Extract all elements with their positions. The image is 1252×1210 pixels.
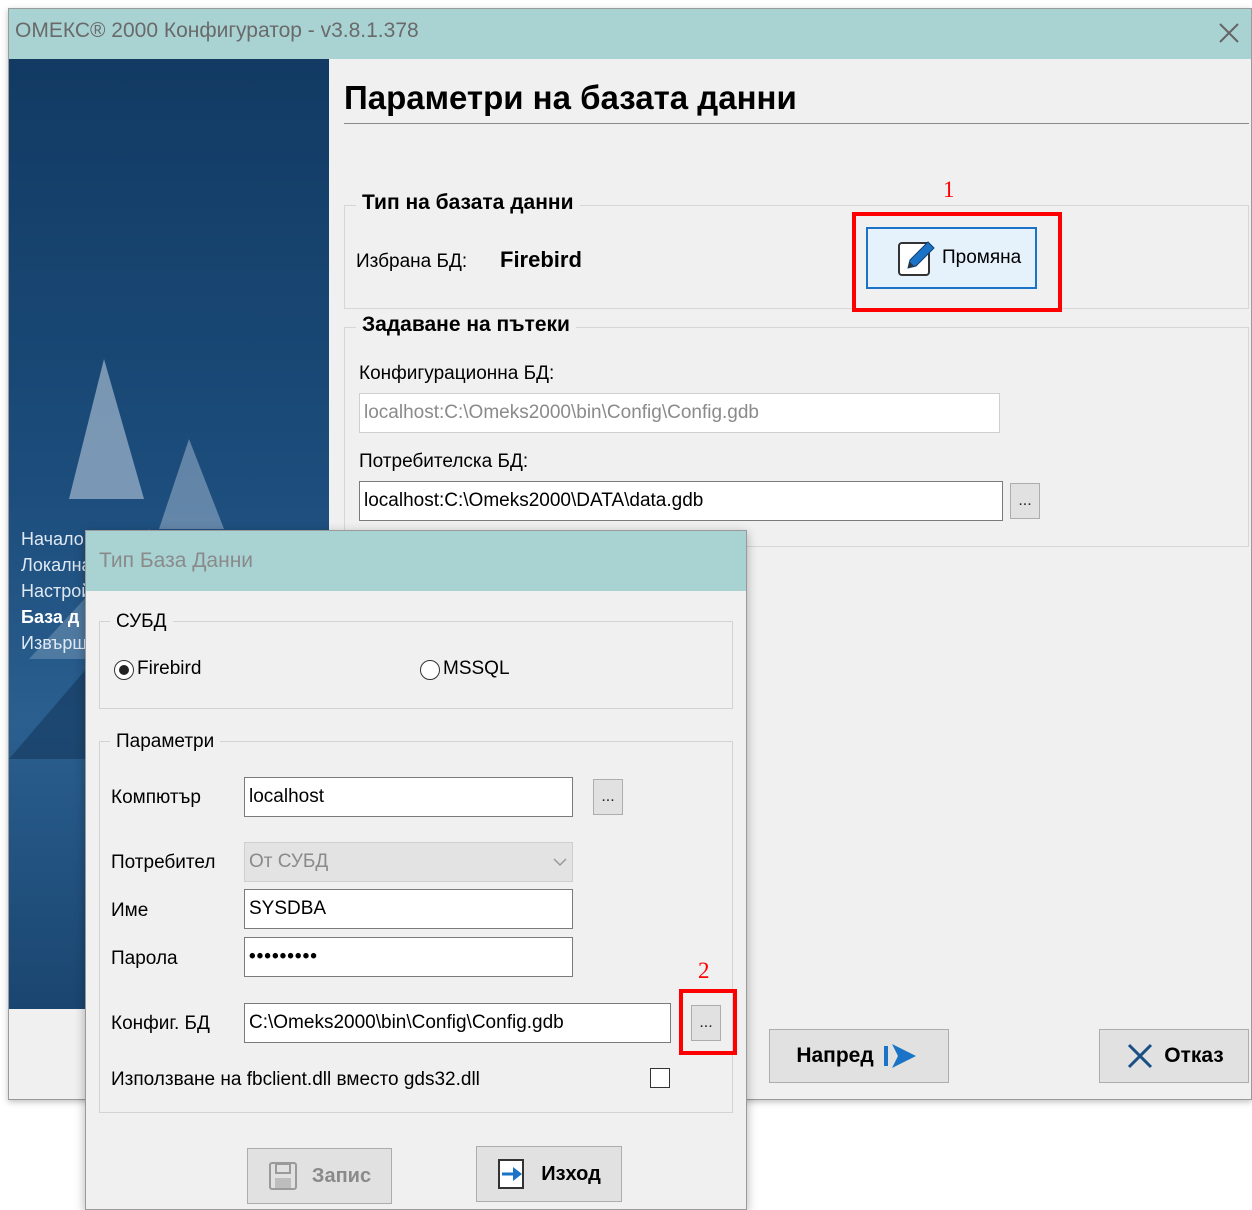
change-db-button[interactable]: Промяна [866, 227, 1037, 289]
save-button[interactable]: Запис [247, 1148, 392, 1204]
user-db-field[interactable]: localhost:C:\Omeks2000\DATA\data.gdb [359, 481, 1003, 521]
sidebar-item-settings[interactable]: Настрой [21, 581, 91, 602]
change-db-button-label: Промяна [942, 247, 1022, 268]
db-type-group-label: Тип на базата данни [356, 191, 580, 215]
computer-label: Компютър [111, 787, 201, 808]
computer-browse-button[interactable]: ... [593, 779, 623, 815]
computer-field[interactable]: localhost [244, 777, 573, 817]
cancel-x-icon [1128, 1043, 1153, 1069]
dialog-title: Тип База Данни [99, 549, 254, 572]
exit-button[interactable]: Изход [476, 1146, 622, 1202]
close-icon[interactable] [1211, 15, 1247, 51]
firebird-radio[interactable] [114, 660, 134, 680]
exit-arrow-icon [498, 1159, 525, 1189]
config-db-dialog-field[interactable]: C:\Omeks2000\bin\Config\Config.gdb [244, 1003, 671, 1043]
dbms-group-label: СУБД [110, 611, 173, 633]
password-field[interactable]: ••••••••• [244, 937, 573, 977]
next-button-label: Напред [796, 1044, 874, 1067]
save-disk-icon [268, 1162, 297, 1190]
name-label: Име [111, 900, 149, 921]
user-db-label: Потребителска БД: [359, 451, 529, 472]
config-db-field[interactable]: localhost:C:\Omeks2000\bin\Config\Config… [359, 393, 1000, 433]
edit-pencil-icon [898, 241, 935, 276]
annotation-marker-2: 2 [698, 958, 710, 983]
dialog-title-bar[interactable]: Тип База Данни [86, 531, 746, 591]
selected-db-value: Firebird [500, 247, 582, 272]
config-db-dialog-label: Конфиг. БД [111, 1013, 210, 1034]
user-dropdown-value: От СУБД [249, 851, 329, 872]
sidebar-item-local[interactable]: Локална [21, 555, 92, 576]
params-group-label: Параметри [110, 731, 221, 753]
sidebar-item-finish[interactable]: Извърш [21, 633, 87, 654]
cancel-button-label: Отказ [1164, 1044, 1224, 1067]
fbclient-label: Използване на fbclient.dll вместо gds32.… [111, 1069, 480, 1090]
user-db-browse-button[interactable]: ... [1010, 483, 1040, 519]
annotation-marker-1: 1 [943, 177, 955, 202]
config-db-label: Конфигурационна БД: [359, 363, 555, 384]
next-button[interactable]: Напред [769, 1029, 949, 1083]
forward-arrow-icon [883, 1044, 916, 1068]
page-title: Параметри на базата данни [344, 79, 797, 116]
save-button-label: Запис [311, 1164, 372, 1187]
cancel-button[interactable]: Отказ [1099, 1029, 1249, 1083]
password-label: Парола [111, 948, 178, 969]
sidebar-item-database[interactable]: База д [21, 607, 79, 628]
db-type-dialog: Тип База Данни СУБД Firebird MSSQL Парам… [85, 530, 747, 1210]
name-field[interactable]: SYSDBA [244, 889, 573, 929]
selected-db-label: Избрана БД: [356, 251, 468, 272]
config-db-browse-button[interactable]: ... [691, 1005, 721, 1041]
firebird-radio-label[interactable]: Firebird [137, 658, 201, 680]
user-label: Потребител [111, 852, 216, 873]
exit-button-label: Изход [541, 1162, 601, 1185]
paths-group-label: Задаване на пътеки [356, 313, 576, 337]
title-divider [344, 123, 1249, 124]
chevron-down-icon [553, 858, 567, 867]
fbclient-checkbox[interactable] [650, 1068, 670, 1088]
window-title: ОМЕКС® 2000 Конфигуратор - v3.8.1.378 [15, 19, 419, 42]
db-type-group [344, 205, 1249, 309]
sidebar-item-start[interactable]: Начало [21, 529, 84, 550]
mssql-radio-label[interactable]: MSSQL [443, 658, 510, 680]
user-dropdown[interactable]: От СУБД [244, 842, 573, 882]
title-bar[interactable]: ОМЕКС® 2000 Конфигуратор - v3.8.1.378 [9, 9, 1251, 59]
mssql-radio[interactable] [420, 660, 440, 680]
